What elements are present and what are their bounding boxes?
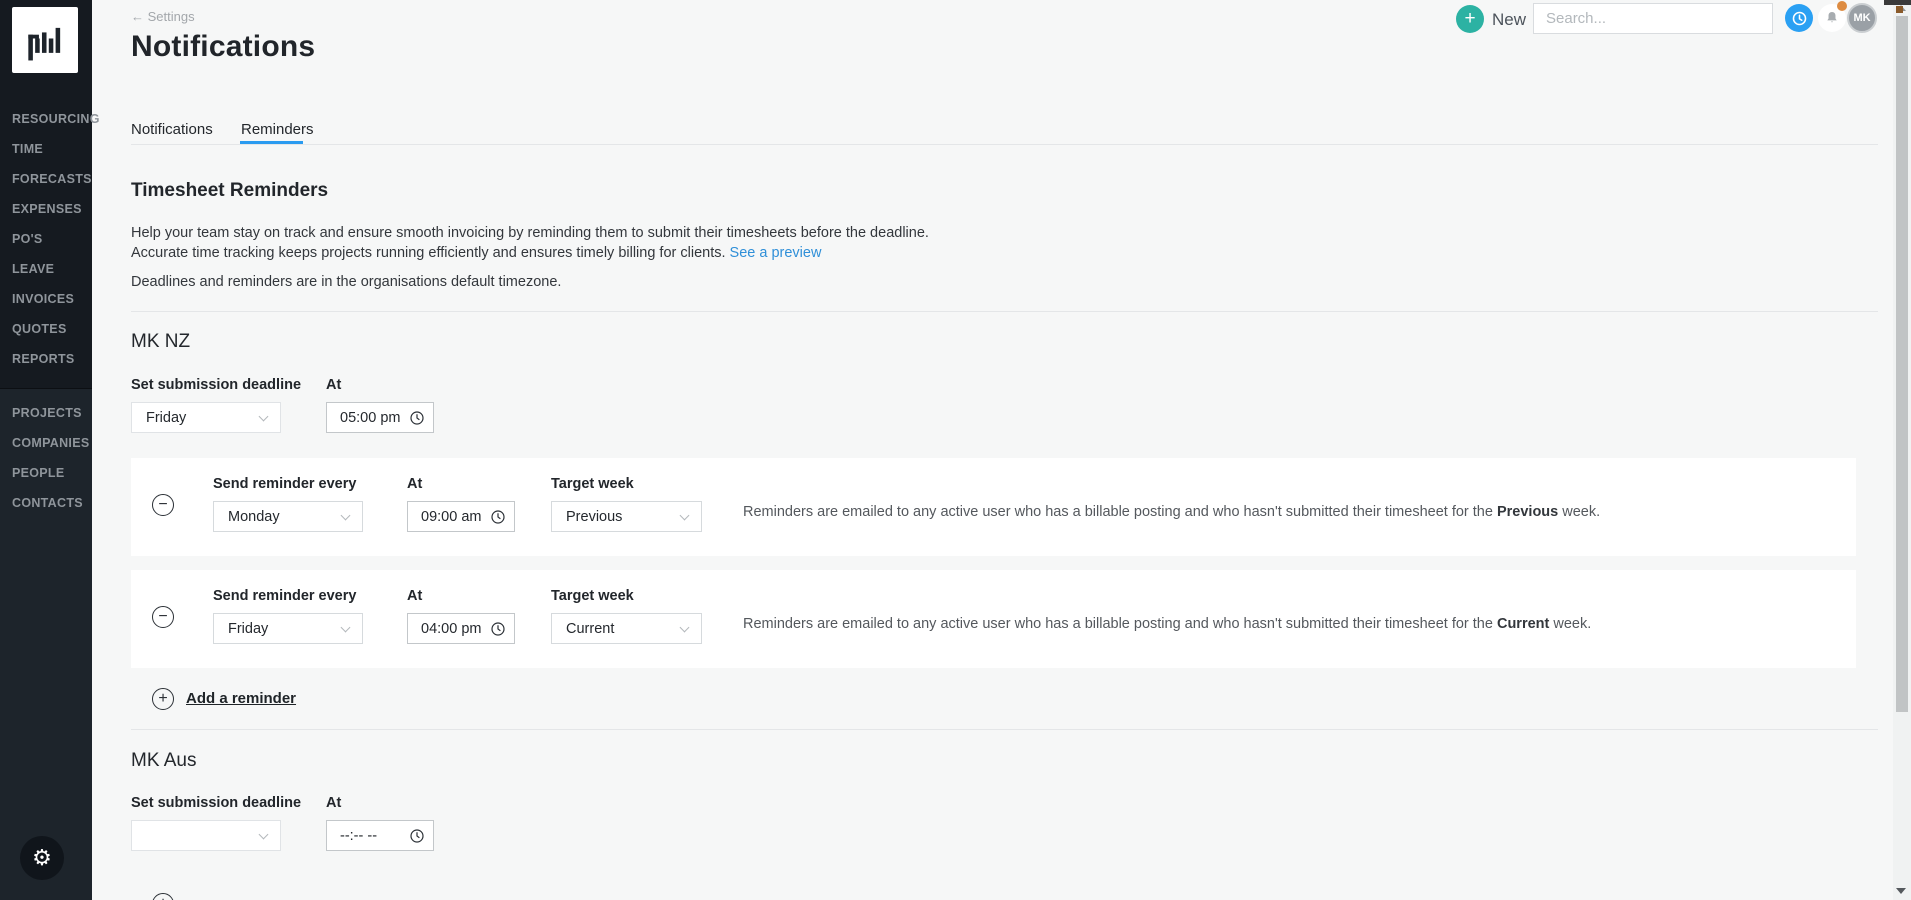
reminder-time-input[interactable]: 09:00 am	[407, 501, 515, 532]
reminder-card: − Send reminder every At Target week Mon…	[131, 458, 1856, 556]
gear-icon: ⚙	[32, 845, 52, 871]
clock-icon	[409, 828, 425, 844]
send-every-label: Send reminder every	[213, 476, 356, 492]
tab-notifications[interactable]: Notifications	[131, 121, 213, 138]
breadcrumb-settings-link[interactable]: ← Settings	[131, 9, 195, 24]
user-avatar[interactable]: MK	[1847, 3, 1877, 33]
sidebar-secondary-nav: PROJECTS COMPANIES PEOPLE CONTACTS	[0, 398, 92, 518]
reminder-time-value: 09:00 am	[421, 509, 481, 525]
plus-icon: +	[1464, 8, 1475, 30]
deadline-day-select[interactable]: Friday	[131, 402, 281, 433]
sidebar-item-people[interactable]: PEOPLE	[0, 458, 92, 488]
description-line-1: Help your team stay on track and ensure …	[131, 223, 929, 243]
at-label: At	[326, 377, 341, 393]
settings-gear-button[interactable]: ⚙	[20, 836, 64, 880]
add-reminder-label[interactable]: Add a reminder	[186, 690, 296, 707]
target-week-label: Target week	[551, 588, 634, 604]
reminder-day-select[interactable]: Monday	[213, 501, 363, 532]
at-label: At	[407, 588, 422, 604]
scrollbar-down-arrow[interactable]	[1896, 888, 1906, 894]
app-logo[interactable]	[12, 7, 78, 73]
tab-reminders[interactable]: Reminders	[241, 121, 314, 138]
target-week-value: Current	[566, 621, 614, 637]
sidebar-item-projects[interactable]: PROJECTS	[0, 398, 92, 428]
chevron-down-icon	[680, 623, 690, 633]
sidebar-item-quotes[interactable]: QUOTES	[0, 314, 92, 344]
deadline-day-select[interactable]	[131, 820, 281, 851]
search-input[interactable]	[1533, 3, 1773, 34]
scrollbar-thumb[interactable]	[1896, 16, 1908, 712]
sidebar-item-companies[interactable]: COMPANIES	[0, 428, 92, 458]
remove-reminder-button[interactable]: −	[152, 494, 174, 516]
reminder-day-value: Monday	[228, 509, 280, 525]
section-title: Timesheet Reminders	[131, 180, 328, 202]
deadline-time-value: --:-- --	[340, 828, 377, 844]
sidebar-item-time[interactable]: TIME	[0, 134, 92, 164]
reminder-card: − Send reminder every At Target week Fri…	[131, 570, 1856, 668]
target-week-label: Target week	[551, 476, 634, 492]
notification-badge-dot	[1837, 1, 1847, 11]
group-name-mk-nz: MK NZ	[131, 331, 190, 353]
deadline-time-input[interactable]: --:-- --	[326, 820, 434, 851]
target-week-select[interactable]: Previous	[551, 501, 702, 532]
group-name-mk-aus: MK Aus	[131, 750, 196, 772]
chevron-down-icon	[680, 511, 690, 521]
see-a-preview-link[interactable]: See a preview	[730, 245, 822, 261]
chevron-down-icon	[259, 412, 269, 422]
send-every-label: Send reminder every	[213, 588, 356, 604]
clock-icon	[490, 509, 506, 525]
add-reminder-button[interactable]: +	[152, 688, 174, 710]
sidebar-item-leave[interactable]: LEAVE	[0, 254, 92, 284]
time-tracker-button[interactable]	[1785, 4, 1813, 32]
deadline-time-input[interactable]: 05:00 pm	[326, 402, 434, 433]
new-button[interactable]: +	[1456, 5, 1484, 33]
timezone-note: Deadlines and reminders are in the organ…	[131, 274, 561, 290]
logo-bars-icon	[20, 15, 70, 65]
sidebar-item-invoices[interactable]: INVOICES	[0, 284, 92, 314]
app-root: RESOURCING TIME FORECASTS EXPENSES PO'S …	[0, 0, 1911, 900]
section-divider	[131, 311, 1878, 312]
new-button-label[interactable]: New	[1492, 10, 1526, 30]
tabs-divider	[131, 144, 1878, 145]
at-label: At	[407, 476, 422, 492]
sidebar-item-pos[interactable]: PO'S	[0, 224, 92, 254]
reminder-explanation: Reminders are emailed to any active user…	[743, 504, 1600, 520]
reminder-day-value: Friday	[228, 621, 268, 637]
corner-fragment	[1896, 6, 1903, 13]
deadline-label: Set submission deadline	[131, 795, 301, 811]
reminder-explanation: Reminders are emailed to any active user…	[743, 616, 1591, 632]
sidebar-primary-nav: RESOURCING TIME FORECASTS EXPENSES PO'S …	[0, 104, 92, 374]
chevron-down-icon	[341, 623, 351, 633]
sidebar: RESOURCING TIME FORECASTS EXPENSES PO'S …	[0, 0, 92, 900]
clock-icon	[1791, 10, 1808, 27]
reminder-day-select[interactable]: Friday	[213, 613, 363, 644]
add-reminder-button[interactable]: +	[152, 893, 174, 900]
deadline-day-value: Friday	[146, 410, 186, 426]
reminder-time-input[interactable]: 04:00 pm	[407, 613, 515, 644]
sidebar-item-contacts[interactable]: CONTACTS	[0, 488, 92, 518]
reminder-time-value: 04:00 pm	[421, 621, 481, 637]
target-week-value: Previous	[566, 509, 622, 525]
deadline-label: Set submission deadline	[131, 377, 301, 393]
sidebar-item-expenses[interactable]: EXPENSES	[0, 194, 92, 224]
chevron-down-icon	[259, 830, 269, 840]
page-title: Notifications	[131, 30, 315, 64]
deadline-time-value: 05:00 pm	[340, 410, 400, 426]
sidebar-item-reports[interactable]: REPORTS	[0, 344, 92, 374]
corner-fragment	[1884, 0, 1911, 5]
sidebar-item-resourcing[interactable]: RESOURCING	[0, 104, 92, 134]
clock-icon	[409, 410, 425, 426]
bell-icon	[1824, 10, 1840, 26]
description-line-2: Accurate time tracking keeps projects ru…	[131, 243, 929, 263]
target-week-select[interactable]: Current	[551, 613, 702, 644]
at-label: At	[326, 795, 341, 811]
section-divider	[131, 729, 1878, 730]
chevron-down-icon	[341, 511, 351, 521]
clock-icon	[490, 621, 506, 637]
section-description: Help your team stay on track and ensure …	[131, 223, 929, 263]
remove-reminder-button[interactable]: −	[152, 606, 174, 628]
sidebar-item-forecasts[interactable]: FORECASTS	[0, 164, 92, 194]
